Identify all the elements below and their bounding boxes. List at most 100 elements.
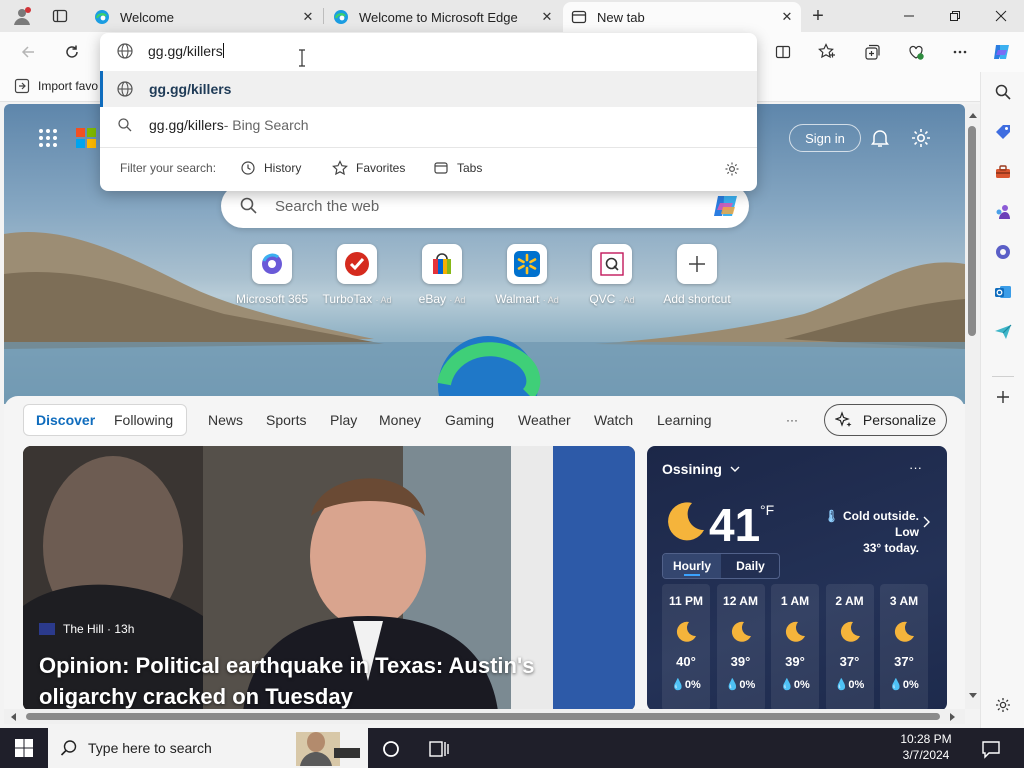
tab-gaming[interactable]: Gaming [445,404,494,436]
windows-start-icon[interactable] [0,728,48,768]
close-window-icon[interactable] [978,0,1024,32]
tab-learning[interactable]: Learning [657,404,712,436]
vertical-scroll-thumb[interactable] [968,126,976,336]
collections-icon[interactable] [856,36,888,68]
article-headline[interactable]: Opinion: Political earthquake in Texas: … [39,650,619,709]
apps-grid-icon[interactable] [38,128,58,148]
minimize-icon[interactable] [886,0,932,32]
tab-welcome-edge[interactable]: Welcome to Microsoft Edge ✕ [325,2,561,32]
taskbar-search-box[interactable]: Type here to search [48,728,368,768]
close-tab-icon[interactable]: ✕ [779,9,795,25]
shortcut-walmart[interactable]: Walmart · Ad [482,244,572,306]
moon-icon [784,620,806,642]
address-input[interactable]: gg.gg/killers [148,43,224,59]
article-card[interactable]: The Hill · 13h Opinion: Political earthq… [23,446,635,709]
taskbar-clock[interactable]: 10:28 PM 3/7/2024 [886,731,966,763]
tools-icon[interactable] [992,161,1014,183]
weather-more-icon[interactable]: ··· [909,460,922,475]
title-bar: Welcome ✕ Welcome to Microsoft Edge ✕ Ne… [0,0,1024,32]
add-shortcut-button[interactable]: Add shortcut [652,244,742,306]
cortana-icon[interactable] [380,738,402,760]
scroll-left-arrow-icon[interactable] [10,713,16,721]
chevron-right-icon[interactable] [923,516,931,528]
shopping-tag-icon[interactable] [992,121,1014,143]
hourly-forecast-column[interactable]: 12 AM 39° 💧0% [716,584,765,709]
tab-money[interactable]: Money [379,404,421,436]
copilot-icon[interactable] [711,191,741,221]
scroll-down-arrow-icon[interactable] [969,693,977,699]
browser-essentials-icon[interactable] [900,36,932,68]
horizontal-scrollbar[interactable] [4,709,965,724]
settings-gear-icon[interactable] [992,694,1014,716]
split-screen-icon[interactable] [767,36,799,68]
tab-actions-icon[interactable] [52,8,68,24]
copilot-icon[interactable] [986,36,1018,68]
hour-temp: 37° [894,654,914,669]
globe-icon [116,42,134,60]
hourly-forecast-column[interactable]: 3 AM 37° 💧0% [880,584,928,709]
import-favorites-button[interactable]: Import favo [14,78,98,94]
tab-play[interactable]: Play [330,404,357,436]
shortcut-ebay[interactable]: eBay · Ad [397,244,487,306]
microsoft365-icon[interactable] [992,241,1014,263]
weather-card[interactable]: Ossining ··· 41 °F 🌡 Cold outside. Low 33… [647,446,947,709]
notifications-bell-icon[interactable] [870,128,890,148]
weather-unit: °F [760,502,775,518]
back-arrow-icon[interactable] [12,36,44,68]
filter-favorites[interactable]: Favorites [332,159,405,177]
suggestion-bing-search[interactable]: gg.gg/killers - Bing Search [100,107,757,143]
ad-badge: · Ad [618,295,635,305]
restore-icon[interactable] [932,0,978,32]
thermometer-icon: 🌡 [823,509,839,523]
settings-gear-icon[interactable] [724,161,740,177]
drop-send-icon[interactable] [992,321,1014,343]
moon-icon [893,620,915,642]
edge-icon [333,9,349,25]
hourly-forecast-column[interactable]: 11 PM 40° 💧0% [662,584,710,709]
address-input-value: gg.gg/killers [148,43,223,59]
hourly-forecast-column[interactable]: 2 AM 37° 💧0% [825,584,874,709]
tab-sports[interactable]: Sports [266,404,306,436]
hourly-forecast-column[interactable]: 1 AM 39° 💧0% [771,584,819,709]
article-source-text: The Hill · 13h [63,622,135,636]
refresh-icon[interactable] [56,36,88,68]
qvc-icon [592,244,632,284]
tab-new-tab[interactable]: New tab ✕ [563,2,801,32]
outlook-icon[interactable] [992,281,1014,303]
shortcut-qvc[interactable]: QVC · Ad [567,244,657,306]
favorites-star-icon[interactable] [811,36,843,68]
tab-discover[interactable]: Discover [36,404,95,436]
tab-daily-label: Daily [736,559,765,573]
horizontal-scroll-thumb[interactable] [26,713,940,720]
personalize-label: Personalize [862,412,937,428]
more-menu-icon[interactable] [944,36,976,68]
notifications-icon[interactable] [980,738,1002,760]
vertical-scrollbar[interactable] [965,104,980,709]
shortcut-turbotax[interactable]: TurboTax · Ad [312,244,402,306]
shortcut-microsoft365[interactable]: Microsoft 365 [227,244,317,306]
tab-following[interactable]: Following [114,404,173,436]
new-tab-plus-icon[interactable]: + [808,5,828,27]
weather-location[interactable]: Ossining [662,461,740,477]
scroll-right-arrow-icon[interactable] [950,713,956,721]
add-plus-icon[interactable] [992,386,1014,408]
tab-news[interactable]: News [208,404,243,436]
profile-icon[interactable] [12,6,32,26]
tab-welcome[interactable]: Welcome ✕ [86,2,322,32]
close-tab-icon[interactable]: ✕ [539,9,555,25]
suggestion-url[interactable]: gg.gg/killers [100,71,757,107]
page-settings-gear-icon[interactable] [910,127,932,149]
scroll-up-arrow-icon[interactable] [969,112,977,118]
more-tabs-icon[interactable]: ··· [786,404,798,436]
search-icon[interactable] [992,81,1014,103]
sign-in-button[interactable]: Sign in [789,124,861,152]
filter-history[interactable]: History [240,159,301,177]
filter-tabs[interactable]: Tabs [433,159,482,177]
personalize-button[interactable]: Personalize [824,404,947,436]
games-icon[interactable] [992,201,1014,223]
tab-daily[interactable]: Daily [722,554,779,578]
tab-weather[interactable]: Weather [518,404,571,436]
task-view-icon[interactable] [428,738,450,760]
tab-watch[interactable]: Watch [594,404,633,436]
close-tab-icon[interactable]: ✕ [300,9,316,25]
